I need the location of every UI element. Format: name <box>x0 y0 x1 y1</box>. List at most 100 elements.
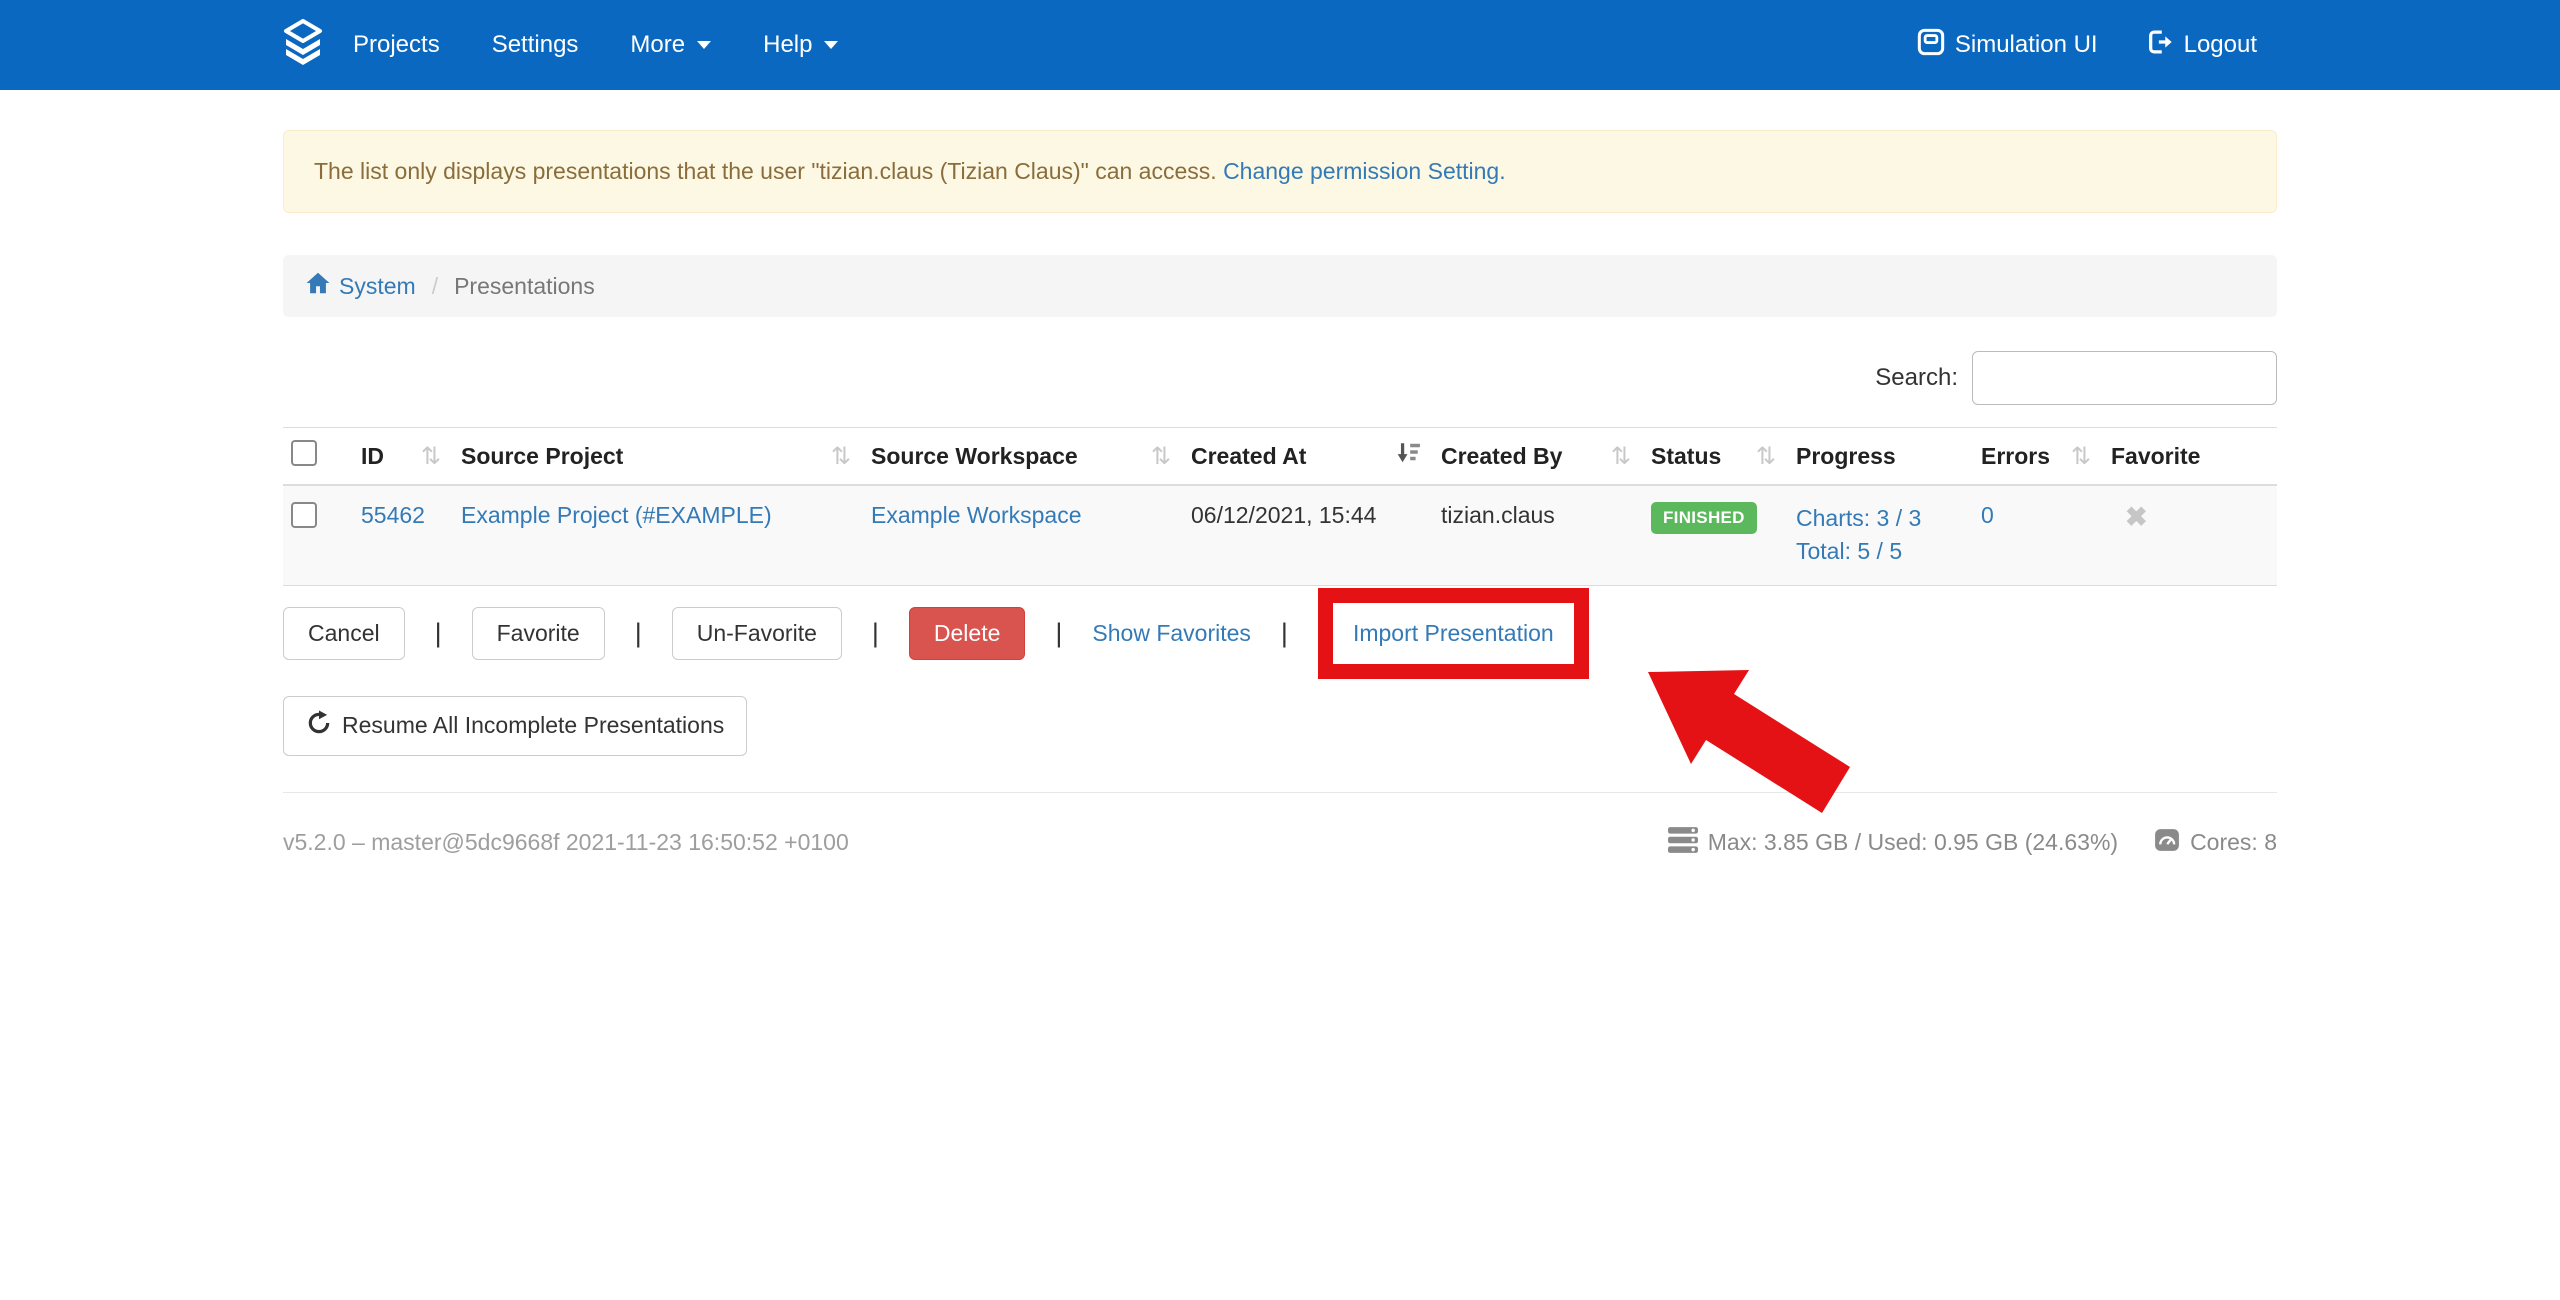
main-content: The list only displays presentations tha… <box>283 130 2277 859</box>
nav-item-logout[interactable]: Logout <box>2142 0 2261 90</box>
permission-alert: The list only displays presentations tha… <box>283 130 2277 213</box>
cancel-button[interactable]: Cancel <box>283 607 405 660</box>
sort-both-icon: ⇅ <box>1756 442 1776 471</box>
column-header-id[interactable]: ID ⇅ <box>353 428 453 486</box>
server-memory-icon <box>1668 827 1698 859</box>
sort-both-icon: ⇅ <box>2071 442 2091 471</box>
show-favorites-link[interactable]: Show Favorites <box>1092 620 1251 647</box>
column-header-created-by-label: Created By <box>1441 443 1562 470</box>
row-created-by-cell: tizian.claus <box>1433 485 1643 585</box>
column-header-status-label: Status <box>1651 443 1721 470</box>
row-created-at-cell: 06/12/2021, 15:44 <box>1183 485 1433 585</box>
footer: v5.2.0 – master@5dc9668f 2021-11-23 16:5… <box>283 793 2277 859</box>
memory-stat-text: Max: 3.85 GB / Used: 0.95 GB (24.63%) <box>1708 829 2118 856</box>
action-separator: | <box>635 618 642 649</box>
nav-item-help-label: Help <box>763 31 812 59</box>
row-status-cell: FINISHED <box>1643 485 1788 585</box>
home-icon <box>305 270 331 302</box>
search-row: Search: <box>283 351 2277 405</box>
row-select-cell <box>283 485 353 585</box>
app-logo[interactable] <box>283 19 323 72</box>
table-header-row: ID⇅ Source Project⇅ Source Workspace⇅ Cr… <box>283 428 2277 486</box>
column-header-source-workspace[interactable]: Source Workspace⇅ <box>863 428 1183 486</box>
nav-item-simulation-ui[interactable]: Simulation UI <box>1913 0 2102 90</box>
navbar-inner: Projects Settings More Help Simulation U… <box>283 0 2277 90</box>
sort-both-icon: ⇅ <box>831 442 851 471</box>
cores-stat-text: Cores: 8 <box>2190 829 2277 856</box>
row-favorite-cell: ✖ <box>2103 485 2277 585</box>
action-separator: | <box>435 618 442 649</box>
change-permission-link[interactable]: Change permission Setting. <box>1223 158 1506 184</box>
column-header-source-project[interactable]: Source Project ⇅ <box>453 428 863 486</box>
search-input[interactable] <box>1972 351 2277 405</box>
favorite-x-icon[interactable]: ✖ <box>2125 502 2148 532</box>
breadcrumb: System / Presentations <box>283 255 2277 317</box>
memory-stat: Max: 3.85 GB / Used: 0.95 GB (24.63%) <box>1668 827 2118 859</box>
nav-item-simulation-ui-label: Simulation UI <box>1955 31 2098 59</box>
permission-alert-text: The list only displays presentations tha… <box>314 158 1217 184</box>
nav-item-help[interactable]: Help <box>737 0 864 90</box>
navbar: Projects Settings More Help Simulation U… <box>0 0 2560 90</box>
import-presentation-link[interactable]: Import Presentation <box>1353 620 1554 647</box>
favorite-button[interactable]: Favorite <box>472 607 605 660</box>
cores-stat: Cores: 8 <box>2154 827 2277 859</box>
column-header-created-by[interactable]: Created By ⇅ <box>1433 428 1643 486</box>
resume-all-button[interactable]: Resume All Incomplete Presentations <box>283 696 747 756</box>
sort-both-icon: ⇅ <box>421 442 441 471</box>
row-source-workspace-cell: Example Workspace <box>863 485 1183 585</box>
nav-item-logout-label: Logout <box>2184 31 2257 59</box>
column-header-source-project-label: Source Project <box>461 443 623 470</box>
delete-button[interactable]: Delete <box>909 607 1025 660</box>
row-errors-cell: 0 <box>1973 485 2103 585</box>
column-header-status[interactable]: Status ⇅ <box>1643 428 1788 486</box>
column-header-created-at[interactable]: Created At <box>1183 428 1433 486</box>
breadcrumb-system-link[interactable]: System <box>305 270 416 302</box>
column-header-progress: Progress <box>1788 428 1973 486</box>
row-id-cell: 55462 <box>353 485 453 585</box>
resume-all-label: Resume All Incomplete Presentations <box>342 712 724 739</box>
column-header-created-at-label: Created At <box>1191 443 1306 470</box>
column-header-source-workspace-label: Source Workspace <box>871 443 1078 470</box>
sort-both-icon: ⇅ <box>1611 442 1631 471</box>
sort-desc-active-icon <box>1395 440 1421 472</box>
action-bar: Cancel | Favorite | Un-Favorite | Delete… <box>283 586 2277 682</box>
sign-out-icon <box>2146 28 2174 63</box>
row-progress-cell: Charts: 3 / 3 Total: 5 / 5 <box>1788 485 1973 585</box>
nav-item-projects[interactable]: Projects <box>327 0 466 90</box>
progress-charts-link[interactable]: Charts: 3 / 3 <box>1796 505 1921 531</box>
layers-icon <box>283 19 323 72</box>
refresh-icon <box>306 710 332 742</box>
gauge-icon <box>2154 827 2180 859</box>
source-workspace-link[interactable]: Example Workspace <box>871 502 1082 528</box>
select-all-checkbox[interactable] <box>291 440 317 466</box>
nav-item-settings[interactable]: Settings <box>466 0 605 90</box>
presentation-id-link[interactable]: 55462 <box>361 502 425 528</box>
source-project-link[interactable]: Example Project (#EXAMPLE) <box>461 502 772 528</box>
navbar-right: Simulation UI Logout <box>1913 0 2261 90</box>
created-at-value: 06/12/2021, 15:44 <box>1191 502 1376 528</box>
column-header-errors-label: Errors <box>1981 443 2050 470</box>
breadcrumb-separator: / <box>426 273 444 300</box>
errors-count-link[interactable]: 0 <box>1981 502 1994 528</box>
progress-total-link[interactable]: Total: 5 / 5 <box>1796 538 1902 564</box>
app-window-icon <box>1917 28 1945 63</box>
unfavorite-button[interactable]: Un-Favorite <box>672 607 842 660</box>
status-badge: FINISHED <box>1651 502 1757 534</box>
nav-item-more[interactable]: More <box>604 0 737 90</box>
nav-item-settings-label: Settings <box>492 31 579 59</box>
annotation-highlight-box: Import Presentation <box>1318 588 1589 679</box>
column-header-progress-label: Progress <box>1796 443 1896 470</box>
column-header-id-label: ID <box>361 443 384 470</box>
nav-item-more-label: More <box>630 31 685 59</box>
column-header-errors[interactable]: Errors ⇅ <box>1973 428 2103 486</box>
chevron-down-icon <box>824 41 838 49</box>
action-separator: | <box>1055 618 1062 649</box>
footer-stats: Max: 3.85 GB / Used: 0.95 GB (24.63%) Co… <box>1668 827 2277 859</box>
created-by-value: tizian.claus <box>1441 502 1555 528</box>
row-checkbox[interactable] <box>291 502 317 528</box>
breadcrumb-current: Presentations <box>454 273 595 300</box>
breadcrumb-system-label: System <box>339 273 416 300</box>
resume-row: Resume All Incomplete Presentations <box>283 696 2277 756</box>
table-row: 55462 Example Project (#EXAMPLE) Example… <box>283 485 2277 585</box>
nav-item-projects-label: Projects <box>353 31 440 59</box>
